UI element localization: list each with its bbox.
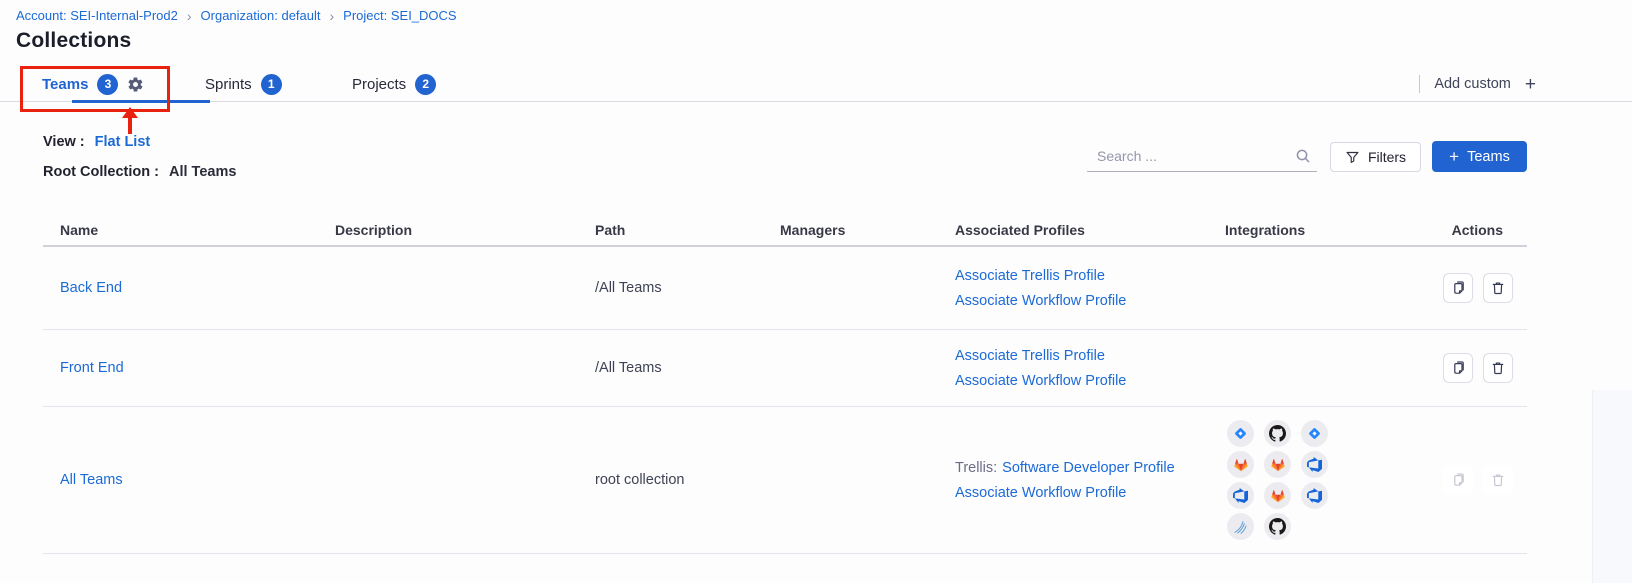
associate-workflow-profile-link[interactable]: Associate Workflow Profile bbox=[955, 373, 1208, 389]
clone-button[interactable] bbox=[1443, 273, 1473, 303]
associate-trellis-profile-link[interactable]: Associate Trellis Profile bbox=[955, 268, 1208, 284]
associate-trellis-profile-link[interactable]: Associate Trellis Profile bbox=[955, 348, 1208, 364]
page-title: Collections bbox=[16, 29, 131, 53]
sonarqube-icon bbox=[1227, 513, 1254, 540]
delete-button-disabled bbox=[1483, 465, 1513, 495]
right-edge-panel bbox=[1592, 390, 1632, 583]
breadcrumb-account-link[interactable]: Account: SEI-Internal-Prod2 bbox=[16, 8, 178, 23]
clone-button[interactable] bbox=[1443, 353, 1473, 383]
search-icon[interactable] bbox=[1295, 148, 1311, 164]
associate-workflow-profile-link[interactable]: Associate Workflow Profile bbox=[955, 485, 1208, 501]
azure-devops-icon bbox=[1301, 482, 1328, 509]
actions-cell bbox=[1393, 273, 1527, 303]
root-collection: Root Collection : All Teams bbox=[43, 164, 236, 180]
add-custom-button[interactable]: Add custom + bbox=[1419, 66, 1536, 102]
header-associated-profiles: Associated Profiles bbox=[938, 222, 1208, 238]
delete-button[interactable] bbox=[1483, 273, 1513, 303]
associated-profiles-cell: Associate Trellis Profile Associate Work… bbox=[938, 348, 1208, 389]
azure-devops-icon bbox=[1301, 451, 1328, 478]
filters-label: Filters bbox=[1368, 149, 1406, 165]
tab-sprints[interactable]: Sprints 1 bbox=[205, 66, 282, 102]
search-box bbox=[1087, 141, 1317, 172]
gear-icon[interactable] bbox=[127, 76, 144, 93]
header-managers: Managers bbox=[763, 222, 938, 238]
collections-page: Account: SEI-Internal-Prod2 › Organizati… bbox=[0, 0, 1632, 583]
view-flat-list-link[interactable]: Flat List bbox=[95, 134, 151, 150]
divider bbox=[1419, 75, 1420, 93]
delete-button[interactable] bbox=[1483, 353, 1513, 383]
trellis-profile-link[interactable]: Software Developer Profile bbox=[1002, 460, 1174, 476]
integrations-cell bbox=[1208, 420, 1393, 540]
jira-icon bbox=[1301, 420, 1328, 447]
filters-button[interactable]: Filters bbox=[1330, 142, 1421, 172]
breadcrumb: Account: SEI-Internal-Prod2 › Organizati… bbox=[16, 8, 457, 23]
azure-devops-icon bbox=[1227, 482, 1254, 509]
tab-teams-label: Teams bbox=[42, 76, 88, 93]
associated-profiles-cell: Associate Trellis Profile Associate Work… bbox=[938, 268, 1208, 309]
tab-teams[interactable]: Teams 3 bbox=[42, 66, 144, 102]
breadcrumb-organization-link[interactable]: Organization: default bbox=[201, 8, 321, 23]
actions-cell bbox=[1393, 465, 1527, 495]
table-row: Front End /All Teams Associate Trellis P… bbox=[43, 330, 1527, 407]
header-description: Description bbox=[318, 222, 578, 238]
github-icon bbox=[1264, 420, 1291, 447]
collection-name-link[interactable]: All Teams bbox=[60, 472, 123, 488]
add-teams-button[interactable]: + Teams bbox=[1432, 141, 1527, 172]
actions-cell bbox=[1393, 353, 1527, 383]
path-cell: /All Teams bbox=[578, 280, 763, 296]
jira-icon bbox=[1227, 420, 1254, 447]
view-label: View : bbox=[43, 134, 85, 150]
projects-count-badge: 2 bbox=[415, 74, 436, 95]
add-custom-label: Add custom bbox=[1434, 76, 1511, 92]
tab-bar: Teams 3 Sprints 1 Projects 2 bbox=[0, 66, 1632, 102]
github-icon bbox=[1264, 513, 1291, 540]
table-row: All Teams root collection Trellis: Softw… bbox=[43, 407, 1527, 554]
collections-table: Name Description Path Managers Associate… bbox=[43, 215, 1527, 554]
header-actions: Actions bbox=[1393, 222, 1527, 238]
table-row: Back End /All Teams Associate Trellis Pr… bbox=[43, 247, 1527, 330]
header-name: Name bbox=[43, 222, 318, 238]
tab-projects[interactable]: Projects 2 bbox=[352, 66, 436, 102]
gitlab-icon bbox=[1227, 451, 1254, 478]
gitlab-icon bbox=[1264, 451, 1291, 478]
annotation-arrow-line bbox=[128, 117, 132, 134]
teams-count-badge: 3 bbox=[97, 74, 118, 95]
root-collection-value: All Teams bbox=[169, 164, 236, 180]
collection-name-link[interactable]: Front End bbox=[60, 360, 124, 376]
add-teams-label: Teams bbox=[1467, 149, 1510, 165]
trellis-label: Trellis: bbox=[955, 460, 997, 476]
tab-projects-label: Projects bbox=[352, 76, 406, 93]
chevron-right-icon: › bbox=[330, 9, 335, 23]
table-header-row: Name Description Path Managers Associate… bbox=[43, 215, 1527, 247]
path-cell: /All Teams bbox=[578, 360, 763, 376]
associated-profiles-cell: Trellis: Software Developer Profile Asso… bbox=[938, 460, 1208, 501]
breadcrumb-project-link[interactable]: Project: SEI_DOCS bbox=[343, 8, 456, 23]
associate-workflow-profile-link[interactable]: Associate Workflow Profile bbox=[955, 293, 1208, 309]
gitlab-icon bbox=[1264, 482, 1291, 509]
search-input[interactable] bbox=[1087, 148, 1295, 164]
plus-icon: + bbox=[1449, 148, 1459, 165]
header-integrations: Integrations bbox=[1208, 222, 1393, 238]
plus-icon: + bbox=[1525, 75, 1536, 94]
annotation-arrow-icon bbox=[122, 107, 138, 118]
sprints-count-badge: 1 bbox=[261, 74, 282, 95]
path-cell: root collection bbox=[578, 472, 763, 488]
view-selector: View : Flat List bbox=[43, 134, 150, 150]
header-path: Path bbox=[578, 222, 763, 238]
clone-button-disabled bbox=[1443, 465, 1473, 495]
active-tab-underline bbox=[72, 100, 210, 103]
collection-name-link[interactable]: Back End bbox=[60, 280, 122, 296]
chevron-right-icon: › bbox=[187, 9, 192, 23]
tab-sprints-label: Sprints bbox=[205, 76, 252, 93]
integrations-grid bbox=[1208, 420, 1393, 540]
root-collection-label: Root Collection : bbox=[43, 164, 159, 180]
funnel-icon bbox=[1345, 150, 1360, 165]
